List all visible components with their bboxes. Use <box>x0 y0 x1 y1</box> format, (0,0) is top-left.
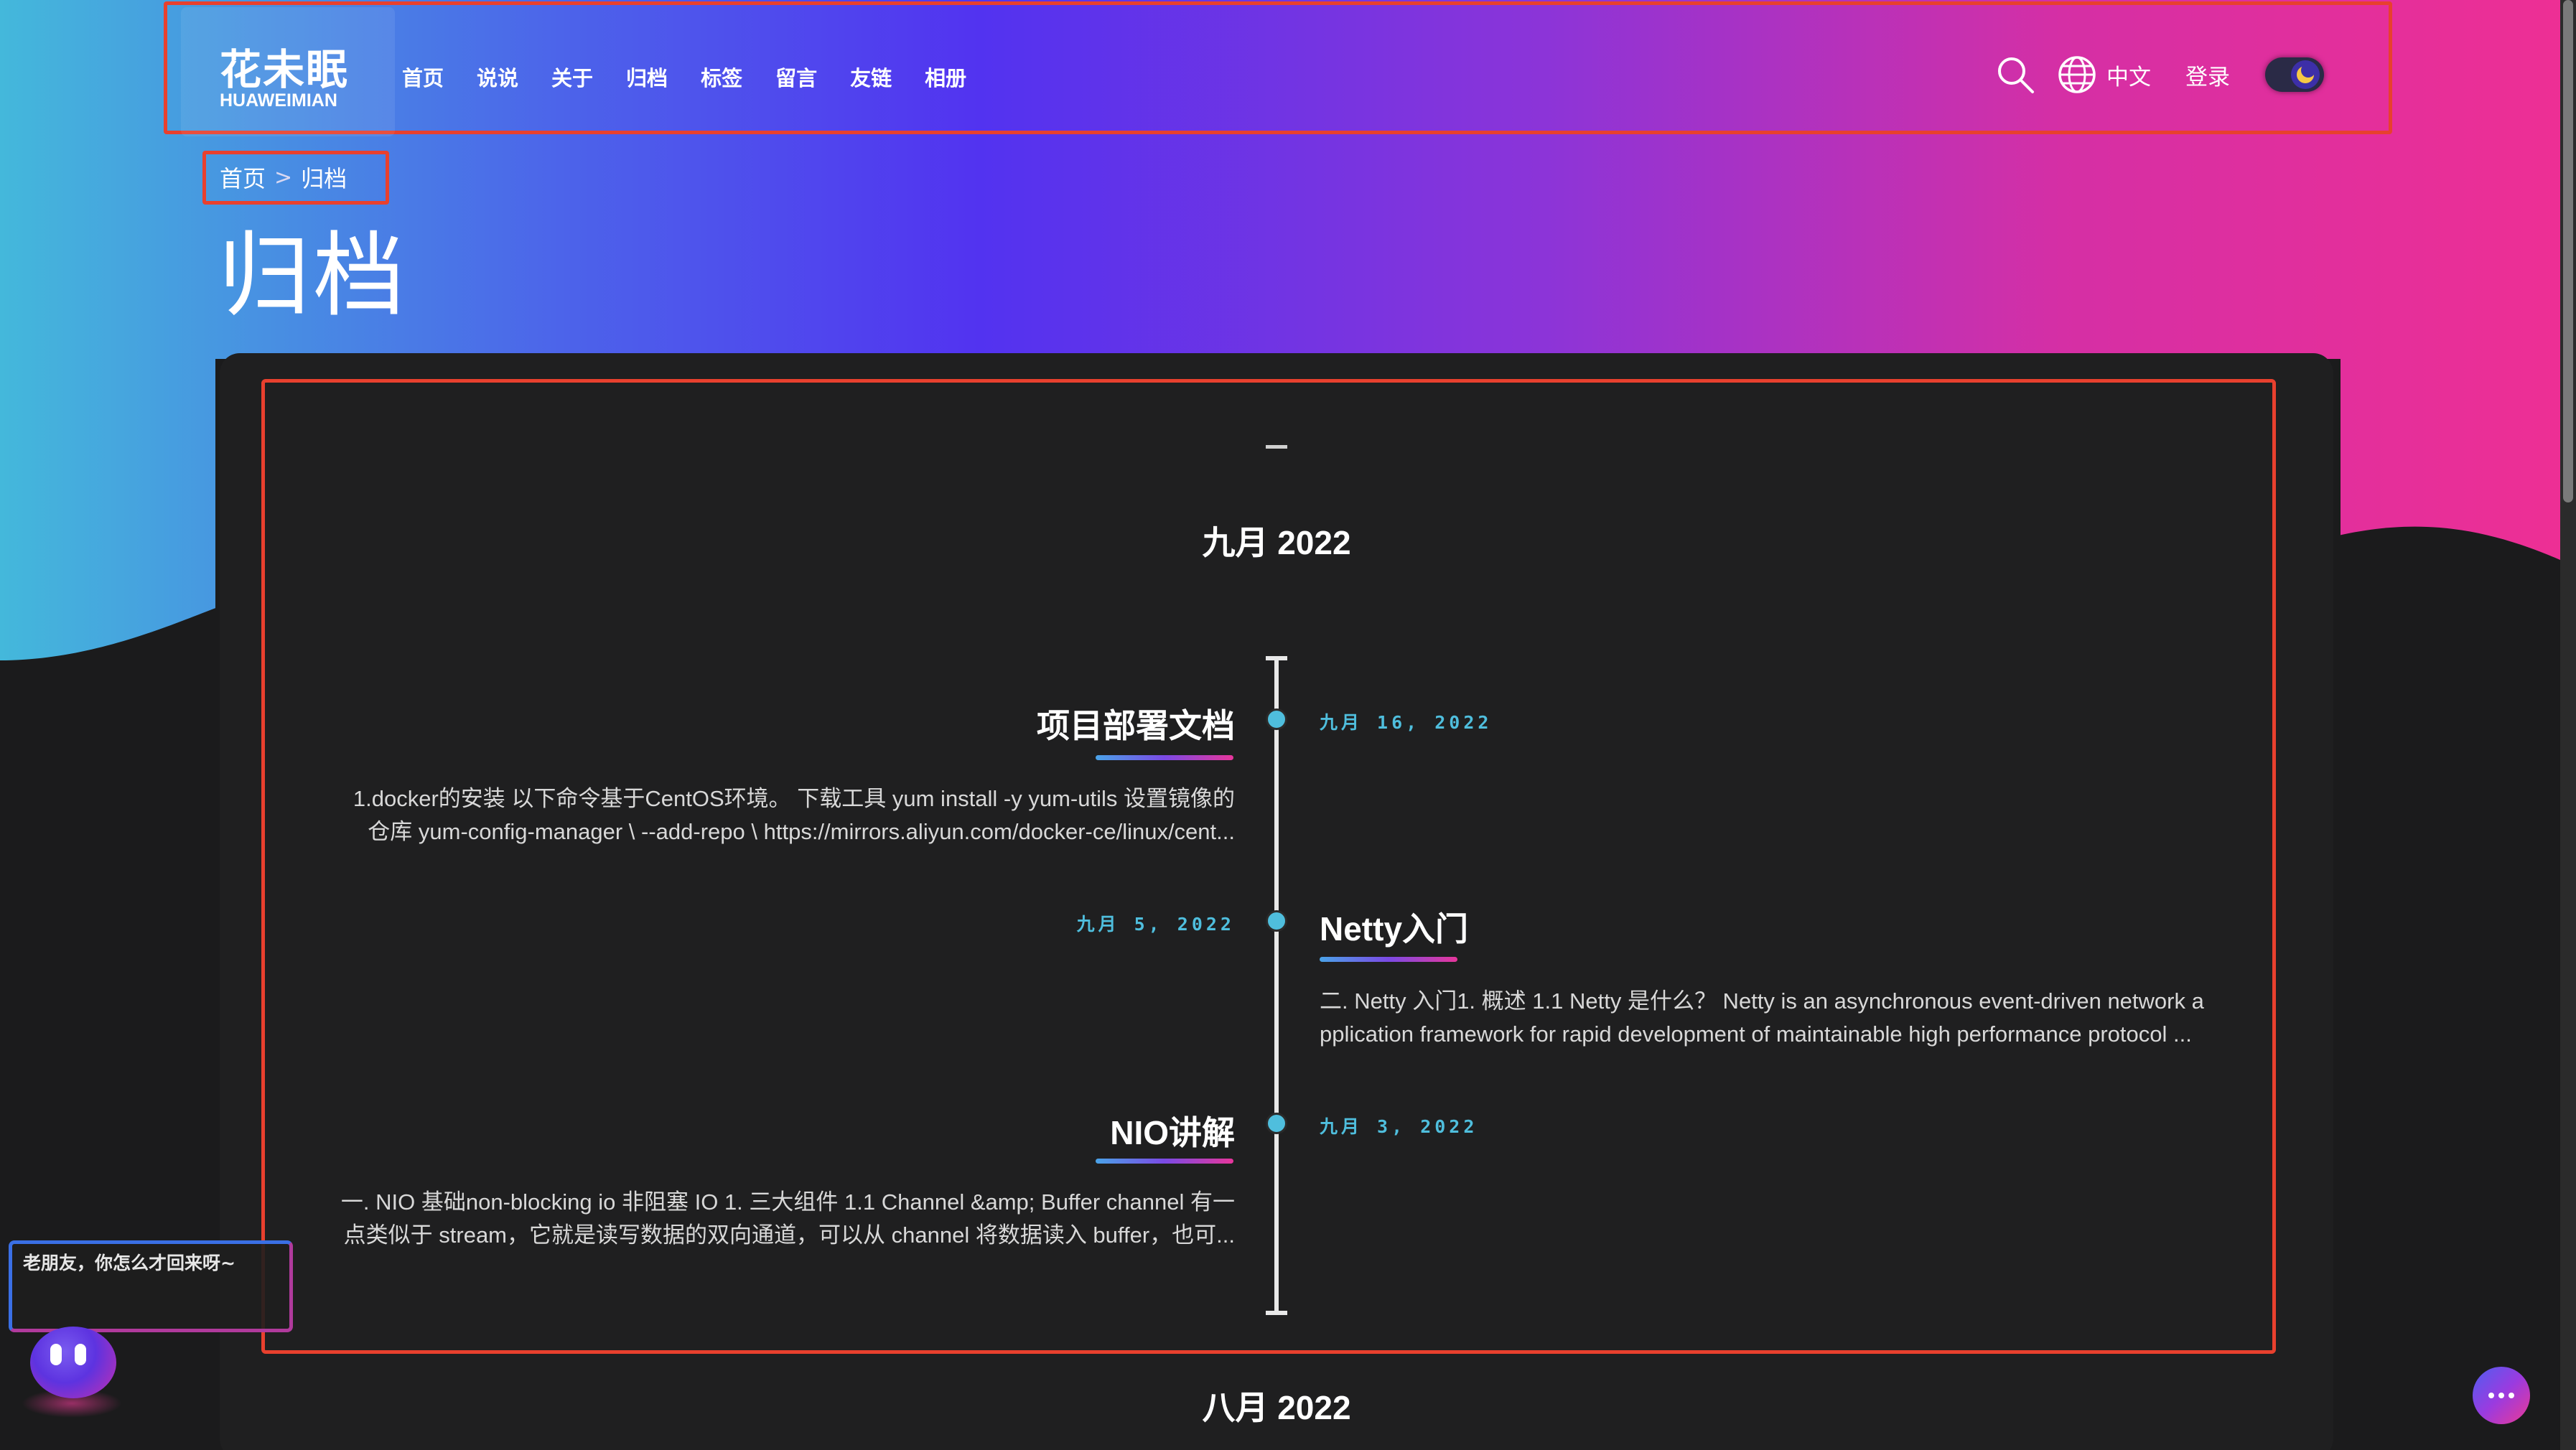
timeline-cap-top <box>1266 656 1287 660</box>
page-title: 归档 <box>218 223 409 329</box>
nav-item-talk[interactable]: 说说 <box>477 62 518 92</box>
breadcrumb: 首页 > 归档 <box>220 161 347 194</box>
post-date: 九月 5, 2022 <box>1076 914 1235 935</box>
nav-item-links[interactable]: 友链 <box>850 62 892 92</box>
timeline-cap-bottom <box>1266 1311 1287 1315</box>
globe-icon[interactable] <box>2055 52 2099 97</box>
post-excerpt: 二. Netty 入门1. 概述 1.1 Netty 是什么？ Netty is… <box>1320 988 2204 1047</box>
title-underline <box>1096 1159 1233 1164</box>
search-icon[interactable] <box>1993 52 2038 97</box>
nav-item-tags[interactable]: 标签 <box>701 62 742 92</box>
timeline-dot <box>1266 1113 1287 1134</box>
timeline-dot <box>1266 910 1287 932</box>
header-actions: 中文 登录 <box>1993 52 2230 98</box>
mascot-eye <box>75 1344 86 1365</box>
chat-button[interactable] <box>2473 1367 2530 1424</box>
mascot-avatar[interactable] <box>30 1327 116 1398</box>
timeline-top-dash <box>1266 445 1287 449</box>
post-date: 九月 3, 2022 <box>1320 1116 1478 1137</box>
post-title[interactable]: NIO讲解 <box>862 1107 1235 1154</box>
timeline-dot <box>1266 708 1287 730</box>
more-dots-icon <box>2488 1393 2514 1398</box>
post-excerpt: 1.docker的安装 以下命令基于CentOS环境。 下载工具 yum ins… <box>353 786 1235 844</box>
nav-item-album[interactable]: 相册 <box>925 62 966 92</box>
theme-toggle[interactable] <box>2265 57 2324 92</box>
month-heading: 八月 2022 <box>1202 1389 1351 1426</box>
language-switch[interactable]: 中文 <box>2106 59 2151 91</box>
nav-item-message[interactable]: 留言 <box>775 62 817 92</box>
breadcrumb-separator: > <box>274 164 293 190</box>
month-heading: 九月 2022 <box>1202 524 1351 561</box>
login-link[interactable]: 登录 <box>2185 59 2230 91</box>
post-title[interactable]: Netty入门 <box>1320 903 1468 950</box>
nav-item-home[interactable]: 首页 <box>402 62 444 92</box>
post-excerpt: 一. NIO 基础non-blocking io 非阻塞 IO 1. 三大组件 … <box>340 1189 1235 1248</box>
mascot-message: 老朋友，你怎么才回来呀~ <box>23 1253 235 1273</box>
breadcrumb-home[interactable]: 首页 <box>220 161 266 194</box>
main-nav: 首页 说说 关于 归档 标签 留言 友链 相册 <box>402 62 966 92</box>
logo-title[interactable]: 花未眠 <box>220 36 349 96</box>
mascot-eye <box>50 1344 62 1365</box>
timeline-line <box>1274 658 1279 1314</box>
breadcrumb-current: 归档 <box>301 165 347 192</box>
title-underline <box>1320 957 1457 962</box>
scrollbar-thumb[interactable] <box>2563 0 2573 502</box>
title-underline <box>1096 755 1233 760</box>
post-title[interactable]: 项目部署文档 <box>862 700 1235 747</box>
logo-subtitle[interactable]: HUAWEIMIAN <box>220 90 337 111</box>
nav-item-archive[interactable]: 归档 <box>626 62 668 92</box>
post-date: 九月 16, 2022 <box>1320 712 1493 733</box>
theme-toggle-knob <box>2291 60 2320 89</box>
nav-item-about[interactable]: 关于 <box>551 62 593 92</box>
